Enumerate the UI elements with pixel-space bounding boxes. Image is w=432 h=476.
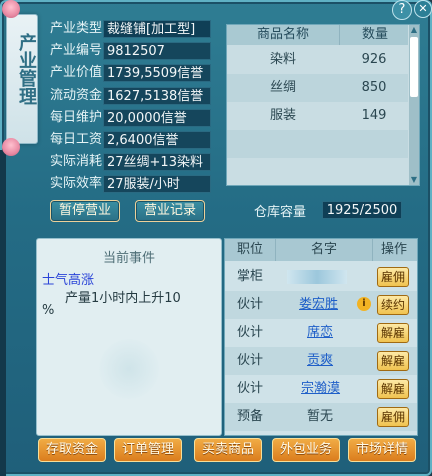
- action-header: 操作: [380, 242, 407, 257]
- banner-title: 产业管理: [16, 33, 37, 105]
- staff-row: 伙计 娄宏胜 i 续约: [225, 291, 417, 319]
- label-industry-id: 产业编号: [49, 43, 102, 58]
- fire-button[interactable]: 解雇: [377, 351, 409, 371]
- hire-button[interactable]: 雇佣: [377, 267, 409, 287]
- goods-name: 染料: [269, 52, 296, 67]
- event-title: 当前事件: [102, 251, 155, 266]
- close-button[interactable]: ✕: [414, 0, 432, 18]
- staff-row: 伙计 宗瀚漠 解雇: [225, 375, 417, 403]
- label-industry-type: 产业类型: [49, 21, 102, 36]
- market-details-button[interactable]: 市场详情: [348, 438, 416, 462]
- renew-contract-button[interactable]: 续约: [377, 295, 409, 315]
- current-event-panel: 当前事件 士气高涨 产量1小时内上升10 %: [36, 238, 222, 436]
- staff-table-header: 职位 名字 操作: [225, 239, 417, 261]
- staff-name: 暂无: [307, 409, 334, 424]
- staff-name-hidden: [287, 270, 347, 284]
- capacity-value: 1925/2500: [322, 201, 402, 219]
- staff-row: 掌柜 雇佣: [225, 263, 417, 291]
- staff-name-link[interactable]: 席恋: [307, 319, 333, 347]
- position-header: 职位: [236, 242, 263, 257]
- scroll-down-icon[interactable]: ▼: [409, 175, 419, 185]
- staff-table: 职位 名字 操作 掌柜 雇佣 伙计 娄宏胜 i 续约 伙计 席恋 解雇 伙计 贡…: [224, 238, 418, 436]
- event-description-cont: %: [42, 303, 55, 318]
- deposit-withdraw-button[interactable]: 存取资金: [38, 438, 106, 462]
- label-daily-wage: 每日工资: [49, 132, 102, 147]
- staff-row: 伙计 贡爽 解雇: [225, 347, 417, 375]
- event-name: 士气高涨: [42, 273, 95, 288]
- value-actual-efficiency: 27服装/小时: [103, 175, 211, 193]
- info-icon[interactable]: i: [357, 297, 371, 311]
- staff-row: 伙计 席恋 解雇: [225, 319, 417, 347]
- staff-row: 预备 暂无 雇佣: [225, 403, 417, 431]
- scroll-up-icon[interactable]: ▲: [409, 25, 419, 35]
- value-daily-wage: 2,6400信誉: [103, 131, 211, 149]
- staff-name-link[interactable]: 贡爽: [307, 347, 333, 375]
- goods-row-empty: [227, 158, 408, 186]
- staff-position: 伙计: [236, 297, 263, 312]
- goods-name: 丝绸: [269, 80, 296, 95]
- close-icon: ✕: [418, 2, 428, 15]
- outsourcing-button[interactable]: 外包业务: [272, 438, 340, 462]
- goods-row[interactable]: 丝绸 850: [227, 74, 408, 102]
- event-description: 产量1小时内上升10: [65, 291, 181, 306]
- capacity-label: 仓库容量: [254, 205, 307, 220]
- label-industry-value: 产业价值: [49, 65, 102, 80]
- staff-position: 伙计: [236, 353, 263, 368]
- pause-business-button[interactable]: 暂停营业: [50, 200, 120, 222]
- fire-button[interactable]: 解雇: [377, 379, 409, 399]
- lotus-decoration-icon: [2, 0, 20, 18]
- fire-button[interactable]: 解雇: [377, 323, 409, 343]
- goods-table: 商品名称 数量 染料 926 丝绸 850 服装 149 ▲ ▼: [226, 24, 420, 186]
- goods-row[interactable]: 染料 926: [227, 46, 408, 74]
- staff-name-link[interactable]: 宗瀚漠: [301, 375, 340, 403]
- goods-row[interactable]: 服装 149: [227, 102, 408, 130]
- order-management-button[interactable]: 订单管理: [114, 438, 182, 462]
- label-working-capital: 流动资金: [49, 88, 102, 103]
- business-records-button[interactable]: 营业记录: [135, 200, 205, 222]
- goods-qty-header: 数量: [339, 25, 410, 45]
- value-daily-maintenance: 20,0000信誉: [103, 109, 211, 127]
- staff-position: 预备: [236, 409, 263, 424]
- value-industry-value: 1739,5509信誉: [103, 64, 211, 82]
- goods-name-header: 商品名称: [256, 27, 309, 42]
- value-industry-id: 9812507: [103, 42, 211, 60]
- goods-qty: 926: [361, 52, 387, 67]
- goods-table-header: 商品名称 数量: [227, 25, 408, 45]
- staff-position: 伙计: [236, 381, 263, 396]
- industry-management-window: 产业管理 ? ✕ 产业类型 裁缝铺[加工型] 产业编号 9812507 产业价值…: [0, 0, 432, 476]
- trade-goods-button[interactable]: 买卖商品: [194, 438, 262, 462]
- label-actual-consumption: 实际消耗: [49, 154, 102, 169]
- staff-position: 伙计: [236, 325, 263, 340]
- goods-scrollbar[interactable]: ▲ ▼: [409, 25, 419, 185]
- label-actual-efficiency: 实际效率: [49, 176, 102, 191]
- goods-qty: 850: [361, 80, 387, 95]
- value-actual-consumption: 27丝绸+13染料: [103, 153, 211, 171]
- lotus-decoration-icon: [2, 138, 20, 156]
- goods-name: 服装: [269, 108, 296, 123]
- help-button[interactable]: ?: [392, 0, 412, 20]
- value-working-capital: 1627,5138信誉: [103, 87, 211, 105]
- label-daily-maintenance: 每日维护: [49, 110, 102, 125]
- hire-button[interactable]: 雇佣: [377, 407, 409, 427]
- goods-qty: 149: [361, 108, 387, 123]
- left-edge-strip: [0, 150, 6, 476]
- value-industry-type: 裁缝铺[加工型]: [103, 20, 211, 38]
- question-icon: ?: [398, 2, 406, 17]
- staff-name-link[interactable]: 娄宏胜: [299, 291, 338, 319]
- name-header: 名字: [275, 239, 373, 261]
- title-banner: 产业管理: [6, 14, 38, 144]
- staff-position: 掌柜: [236, 269, 263, 284]
- scroll-thumb[interactable]: [410, 37, 418, 97]
- lotus-watermark-icon: [99, 339, 159, 399]
- goods-row-empty: [227, 130, 408, 158]
